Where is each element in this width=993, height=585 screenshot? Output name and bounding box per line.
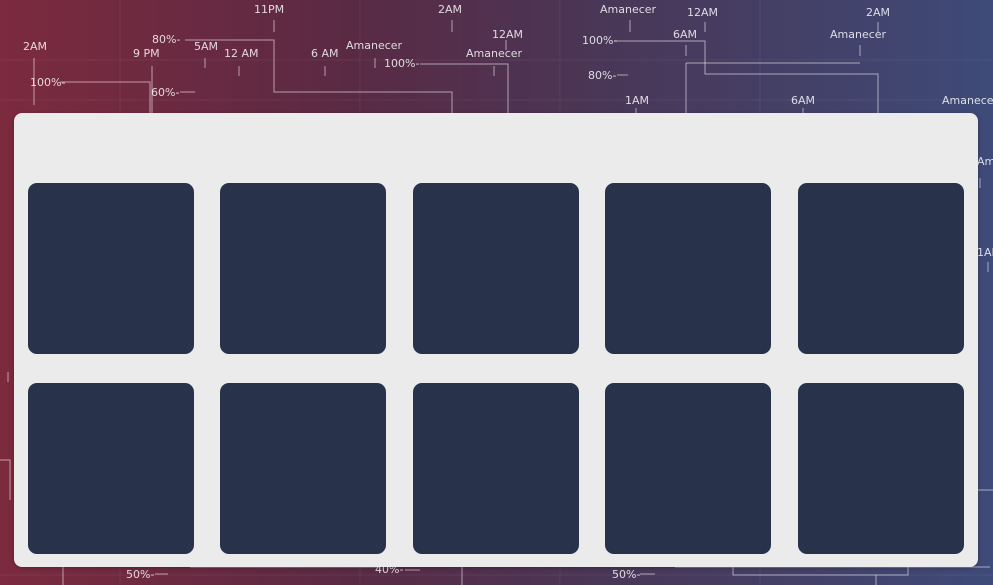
bg-label: 12AM: [492, 28, 523, 41]
bg-label: 60%-: [151, 86, 179, 99]
bg-label: 100%-: [582, 34, 617, 47]
bg-label: Amanecer: [977, 155, 993, 168]
grid-tile[interactable]: [413, 183, 579, 354]
grid-tile[interactable]: [413, 383, 579, 554]
bg-label: 50%-: [126, 568, 154, 581]
bg-label: 2AM: [23, 40, 47, 53]
grid-tile[interactable]: [605, 183, 771, 354]
bg-label: 100%-: [384, 57, 419, 70]
bg-label: 12 AM: [224, 47, 259, 60]
bg-label: 6AM: [673, 28, 697, 41]
bg-label: 1AM: [625, 94, 649, 107]
bg-label: Amanecer: [830, 28, 887, 41]
grid-tile[interactable]: [28, 383, 194, 554]
bg-label: 9 PM: [133, 47, 160, 60]
bg-label: 11PM: [254, 3, 284, 16]
grid-tile[interactable]: [220, 183, 386, 354]
bg-label: 12AM: [687, 6, 718, 19]
grid-tile[interactable]: [605, 383, 771, 554]
bg-label: 1AM: [977, 246, 993, 259]
bg-label: 100%-: [30, 76, 65, 89]
bg-label: Amanecer: [346, 39, 403, 52]
grid-tile[interactable]: [28, 183, 194, 354]
bg-label: Amanecer: [466, 47, 523, 60]
bg-label: 80%-: [152, 33, 180, 46]
grid-tile[interactable]: [798, 383, 964, 554]
tile-grid-panel: [14, 113, 978, 567]
bg-label: 2AM: [866, 6, 890, 19]
bg-label: 2AM: [438, 3, 462, 16]
bg-label: 6AM: [791, 94, 815, 107]
grid-tile[interactable]: [220, 383, 386, 554]
bg-label: 80%-: [588, 69, 616, 82]
bg-label: Amanecer: [942, 94, 993, 107]
grid-tile[interactable]: [798, 183, 964, 354]
bg-label: 50%-: [612, 568, 640, 581]
bg-label: 6 AM: [311, 47, 339, 60]
bg-label: Amanecer: [600, 3, 657, 16]
bg-label: 5AM: [194, 40, 218, 53]
